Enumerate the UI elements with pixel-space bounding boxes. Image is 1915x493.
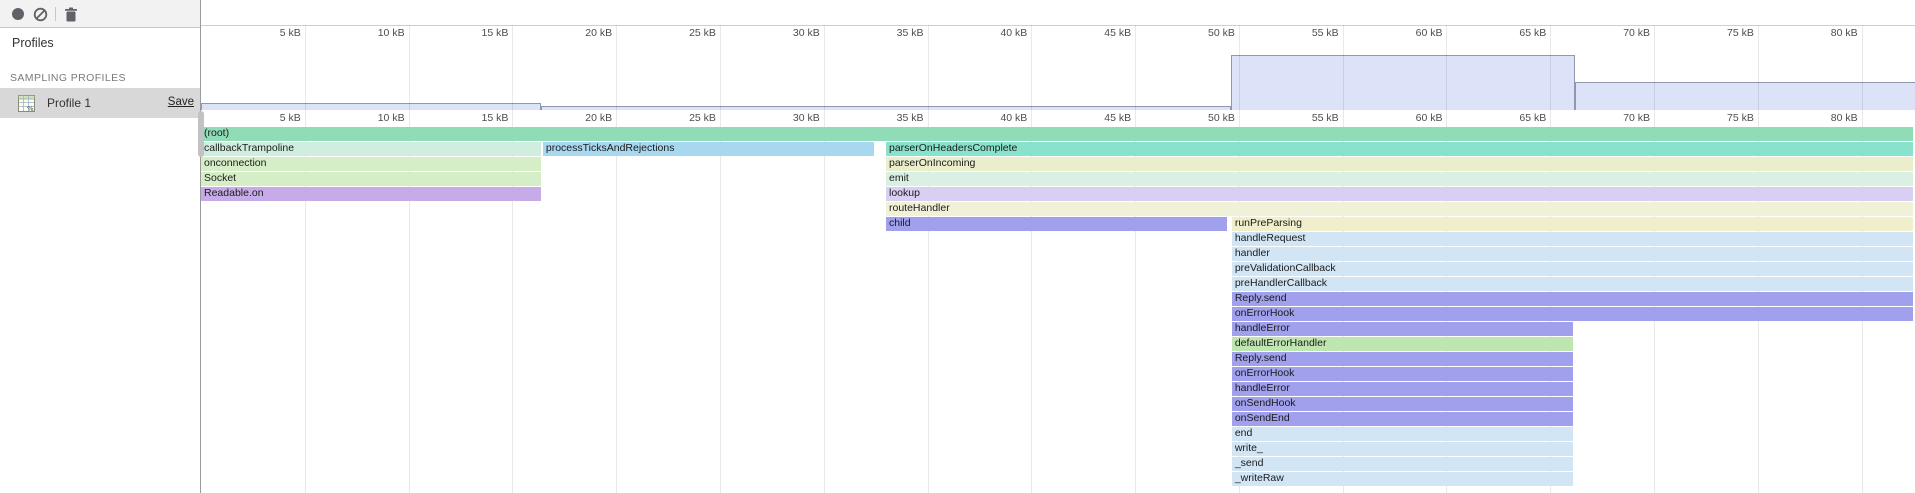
overview-gridline <box>720 25 721 110</box>
flame-frame-reply-send[interactable]: Reply.send <box>1232 292 1913 306</box>
flame-frame-emit[interactable]: emit <box>886 172 1913 186</box>
clear-icon <box>33 7 48 22</box>
flame-ruler-tick-label: 60 kB <box>1416 112 1447 124</box>
flame-frame-parseronincoming[interactable]: parserOnIncoming <box>886 157 1913 171</box>
overview-gridline <box>1031 25 1032 110</box>
flame-ruler-tick-label: 15 kB <box>482 112 513 124</box>
flame-ruler-tick-label: 80 kB <box>1831 112 1862 124</box>
flame-ruler-tick-label: 45 kB <box>1104 112 1135 124</box>
flame-ruler-tick-label: 25 kB <box>689 112 720 124</box>
flame-frame-end[interactable]: end <box>1232 427 1573 441</box>
sidebar: Profiles SAMPLING PROFILES % Profile 1 S… <box>0 28 200 493</box>
flame-frame-lookup[interactable]: lookup <box>886 187 1913 201</box>
overview-ruler-tick-label: 40 kB <box>1000 27 1031 39</box>
flame-ruler-tick-label: 70 kB <box>1623 112 1654 124</box>
overview-gridline <box>928 25 929 110</box>
overview-gridline <box>1135 25 1136 110</box>
overview-ruler-tick-label: 50 kB <box>1208 27 1239 39</box>
overview-gridline <box>305 25 306 110</box>
vertical-scrollbar-thumb[interactable] <box>198 111 204 157</box>
record-icon <box>11 7 25 21</box>
overview-gridline <box>616 25 617 110</box>
record-button[interactable] <box>9 5 27 23</box>
flame-ruler-tick-label: 20 kB <box>585 112 616 124</box>
flame-gridline <box>720 110 721 493</box>
flame-frame-reply-send[interactable]: Reply.send <box>1232 352 1573 366</box>
flame-frame--root-[interactable]: (root) <box>201 127 1913 141</box>
overview-segment[interactable] <box>201 103 541 110</box>
chart-top-border <box>201 25 1915 26</box>
delete-profile-button[interactable] <box>62 5 80 23</box>
overview-ruler-tick-label: 80 kB <box>1831 27 1862 39</box>
overview-ruler-tick-label: 5 kB <box>280 27 305 39</box>
flame-frame-parseronheaderscomplete[interactable]: parserOnHeadersComplete <box>886 142 1913 156</box>
flame-frame-socket[interactable]: Socket <box>201 172 541 186</box>
flame-frame-handlerequest[interactable]: handleRequest <box>1232 232 1913 246</box>
flame-frame-handleerror[interactable]: handleError <box>1232 382 1573 396</box>
overview-ruler-tick-label: 30 kB <box>793 27 824 39</box>
overview-segment[interactable] <box>541 106 1230 110</box>
overview-ruler-tick-label: 55 kB <box>1312 27 1343 39</box>
overview-gridline <box>824 25 825 110</box>
overview-ruler-tick-label: 45 kB <box>1104 27 1135 39</box>
flame-ruler-tick-label: 75 kB <box>1727 112 1758 124</box>
overview-ruler-tick-label: 35 kB <box>897 27 928 39</box>
toolbar <box>0 0 200 28</box>
flame-frame-onerrorhook[interactable]: onErrorHook <box>1232 307 1913 321</box>
toolbar-separator <box>55 7 56 21</box>
profile-name: Profile 1 <box>47 96 91 110</box>
flame-chart-pane: 5 kB 5 kB 10 kB 10 kB 15 kB 15 kB 20 kB 20 kB 25… <box>201 0 1915 493</box>
flame-frame-prehandlercallback[interactable]: preHandlerCallback <box>1232 277 1913 291</box>
overview-ruler-tick-label: 70 kB <box>1623 27 1654 39</box>
flame-ruler-tick-label: 35 kB <box>897 112 928 124</box>
svg-text:%: % <box>27 105 34 112</box>
flame-frame-onerrorhook[interactable]: onErrorHook <box>1232 367 1573 381</box>
profile-icon: % <box>18 95 35 112</box>
flame-gridline <box>616 110 617 493</box>
flame-frame-prevalidationcallback[interactable]: preValidationCallback <box>1232 262 1913 276</box>
flame-frame-write-[interactable]: write_ <box>1232 442 1573 456</box>
flame-frame-onconnection[interactable]: onconnection <box>201 157 541 171</box>
flame-frame-onsendhook[interactable]: onSendHook <box>1232 397 1573 411</box>
flame-frame-child[interactable]: child <box>886 217 1227 231</box>
flame-ruler-tick-label: 55 kB <box>1312 112 1343 124</box>
sidebar-item-profile-1[interactable]: % Profile 1 Save <box>0 88 200 118</box>
trash-icon <box>64 7 78 22</box>
overview-ruler-tick-label: 60 kB <box>1416 27 1447 39</box>
overview-ruler-tick-label: 25 kB <box>689 27 720 39</box>
flame-ruler-tick-label: 30 kB <box>793 112 824 124</box>
overview-segment[interactable] <box>1231 55 1576 110</box>
flame-frame-defaulterrorhandler[interactable]: defaultErrorHandler <box>1232 337 1573 351</box>
flame-ruler-tick-label: 40 kB <box>1000 112 1031 124</box>
page-title: Profiles <box>12 36 54 50</box>
flame-ruler-tick-label: 65 kB <box>1519 112 1550 124</box>
flame-frame-callbacktrampoline[interactable]: callbackTrampoline <box>201 142 541 156</box>
overview-ruler-tick-label: 20 kB <box>585 27 616 39</box>
flame-frame--writeraw[interactable]: _writeRaw <box>1232 472 1573 486</box>
overview-gridline <box>512 25 513 110</box>
overview-ruler-tick-label: 75 kB <box>1727 27 1758 39</box>
flame-gridline <box>824 110 825 493</box>
overview-gridline <box>409 25 410 110</box>
flame-ruler-tick-label: 5 kB <box>280 112 305 124</box>
flame-frame-runpreparsing[interactable]: runPreParsing <box>1232 217 1913 231</box>
sampling-profiles-section-header: SAMPLING PROFILES <box>10 72 126 84</box>
overview-segment[interactable] <box>1575 82 1915 110</box>
overview-ruler-tick-label: 10 kB <box>378 27 409 39</box>
overview-ruler-tick-label: 65 kB <box>1519 27 1550 39</box>
flame-frame-handleerror[interactable]: handleError <box>1232 322 1573 336</box>
flame-ruler-tick-label: 50 kB <box>1208 112 1239 124</box>
flame-frame-handler[interactable]: handler <box>1232 247 1913 261</box>
overview-ruler-tick-label: 15 kB <box>482 27 513 39</box>
clear-all-button[interactable] <box>31 5 49 23</box>
flame-frame-routehandler[interactable]: routeHandler <box>886 202 1913 216</box>
flame-frame-readable-on[interactable]: Readable.on <box>201 187 541 201</box>
flame-ruler-tick-label: 10 kB <box>378 112 409 124</box>
flame-frame--send[interactable]: _send <box>1232 457 1573 471</box>
flame-frame-onsendend[interactable]: onSendEnd <box>1232 412 1573 426</box>
flame-frame-processticksandrejections[interactable]: processTicksAndRejections <box>543 142 874 156</box>
save-profile-link[interactable]: Save <box>168 96 194 108</box>
profiler-window: { "toolbar": { "view_selector_label": "C… <box>0 0 1915 493</box>
